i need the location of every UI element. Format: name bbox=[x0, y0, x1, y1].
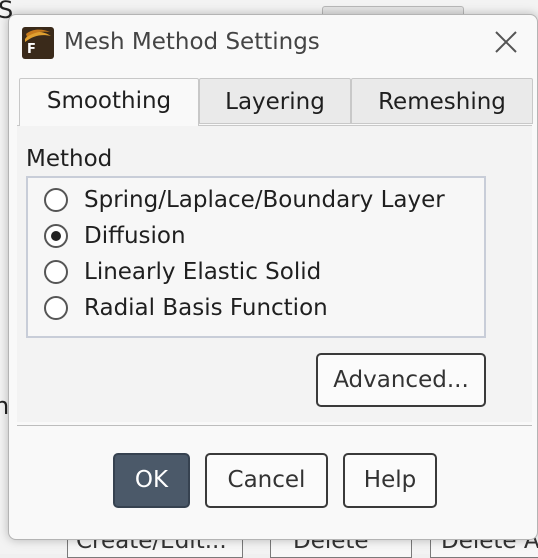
tab-layering[interactable]: Layering bbox=[199, 78, 351, 124]
advanced-button[interactable]: Advanced... bbox=[316, 353, 486, 407]
radio-button[interactable] bbox=[44, 296, 68, 320]
title-bar[interactable]: F Mesh Method Settings bbox=[9, 15, 537, 71]
close-button[interactable] bbox=[489, 25, 523, 59]
app-icon-letter: F bbox=[27, 42, 36, 57]
method-option-linearly-elastic-solid[interactable]: Linearly Elastic Solid bbox=[44, 257, 321, 287]
mesh-method-settings-dialog: F Mesh Method Settings Smoothing Layerin… bbox=[8, 14, 538, 540]
method-option-radial-basis-function[interactable]: Radial Basis Function bbox=[44, 293, 328, 323]
cancel-button[interactable]: Cancel bbox=[205, 453, 328, 508]
method-option-label: Diffusion bbox=[84, 223, 186, 249]
fluent-app-icon: F bbox=[22, 27, 54, 59]
dialog-title: Mesh Method Settings bbox=[64, 29, 320, 55]
radio-button[interactable] bbox=[44, 188, 68, 212]
background-text-fragment: i bbox=[0, 266, 1, 294]
close-icon bbox=[495, 31, 517, 53]
method-option-diffusion[interactable]: Diffusion bbox=[44, 221, 186, 251]
method-option-label: Spring/Laplace/Boundary Layer bbox=[84, 187, 445, 213]
tab-remeshing[interactable]: Remeshing bbox=[351, 78, 533, 124]
ok-button[interactable]: OK bbox=[113, 453, 190, 508]
method-radio-group: Spring/Laplace/Boundary Layer Diffusion … bbox=[26, 176, 486, 338]
separator bbox=[17, 425, 532, 426]
tab-smoothing[interactable]: Smoothing bbox=[19, 78, 199, 126]
method-group-label: Method bbox=[26, 146, 113, 172]
radio-button-selected[interactable] bbox=[44, 224, 68, 248]
method-option-label: Linearly Elastic Solid bbox=[84, 259, 322, 285]
help-button[interactable]: Help bbox=[343, 453, 437, 508]
radio-button[interactable] bbox=[44, 260, 68, 284]
method-option-spring-laplace[interactable]: Spring/Laplace/Boundary Layer bbox=[44, 185, 445, 215]
method-option-label: Radial Basis Function bbox=[84, 295, 328, 321]
background-text-fragment: i bbox=[0, 466, 1, 494]
